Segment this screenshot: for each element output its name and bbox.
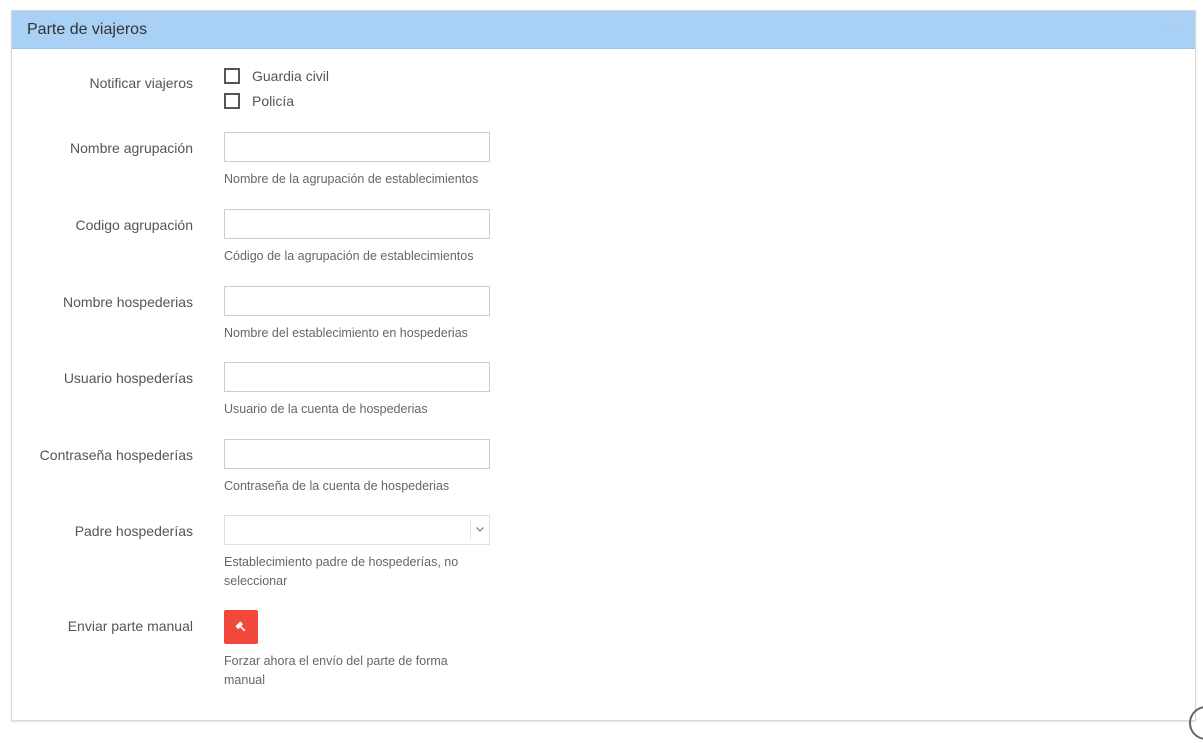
notificar-viajeros-label: Notificar viajeros	[89, 75, 193, 91]
minus-icon[interactable]	[1166, 29, 1180, 30]
nombre-hospederias-label: Nombre hospederias	[63, 294, 193, 310]
padre-hospederias-help-line1: Establecimiento padre de hospederías, no	[224, 555, 459, 569]
usuario-hospederias-label: Usuario hospederías	[63, 370, 193, 386]
padre-hospederias-label: Padre hospederías	[74, 523, 193, 539]
parte-viajeros-panel: Parte de viajeros Notificar viajeros Gua…	[11, 10, 1196, 721]
checkbox-policia-row[interactable]: Policía	[224, 88, 490, 113]
enviar-parte-help-line1: Forzar ahora el envío del parte de forma	[224, 654, 448, 668]
usuario-hospederias-input[interactable]	[224, 362, 490, 392]
nombre-hospederias-field: Nombre del establecimiento en hospederia…	[224, 286, 490, 343]
help-circle-icon[interactable]	[1186, 703, 1203, 743]
codigo-agrupacion-label: Codigo agrupación	[75, 217, 193, 233]
checkbox-policia-label: Policía	[252, 92, 295, 109]
enviar-parte-label: Enviar parte manual	[67, 618, 193, 634]
notificar-viajeros-options: Guardia civil Policía	[224, 63, 490, 113]
padre-hospederias-select[interactable]	[224, 515, 490, 545]
checkbox-guardia-civil[interactable]	[224, 67, 240, 84]
nombre-hospederias-help: Nombre del establecimiento en hospederia…	[224, 326, 468, 340]
gavel-icon	[235, 621, 246, 632]
contrasena-hospederias-help: Contraseña de la cuenta de hospederias	[224, 479, 450, 493]
nombre-hospederias-input[interactable]	[224, 286, 490, 316]
padre-hospederias-help: Establecimiento padre de hospederías, no…	[224, 553, 490, 591]
nombre-agrupacion-field: Nombre de la agrupación de establecimien…	[224, 132, 490, 189]
usuario-hospederias-field: Usuario de la cuenta de hospederias	[224, 362, 490, 419]
enviar-parte-field: Forzar ahora el envío del parte de forma…	[224, 610, 490, 690]
enviar-parte-button[interactable]	[224, 610, 258, 644]
codigo-agrupacion-input[interactable]	[224, 209, 490, 239]
padre-hospederias-field: Establecimiento padre de hospederías, no…	[224, 515, 490, 591]
contrasena-hospederias-label: Contraseña hospederías	[39, 447, 193, 463]
panel-header: Parte de viajeros	[12, 11, 1195, 49]
checkbox-policia[interactable]	[224, 92, 240, 109]
panel-title: Parte de viajeros	[27, 21, 148, 38]
select-divider	[470, 520, 471, 540]
usuario-hospederias-help: Usuario de la cuenta de hospederias	[224, 402, 428, 416]
padre-hospederias-help-line2: seleccionar	[224, 574, 288, 588]
chevron-down-icon[interactable]	[475, 524, 485, 534]
nombre-agrupacion-help: Nombre de la agrupación de establecimien…	[224, 172, 479, 186]
contrasena-hospederias-input[interactable]	[224, 439, 490, 469]
codigo-agrupacion-help: Código de la agrupación de establecimien…	[224, 249, 474, 263]
enviar-parte-help-line2: manual	[224, 673, 265, 687]
checkbox-guardia-civil-row[interactable]: Guardia civil	[224, 63, 490, 88]
enviar-parte-help: Forzar ahora el envío del parte de forma…	[224, 652, 490, 690]
contrasena-hospederias-field: Contraseña de la cuenta de hospederias	[224, 439, 490, 496]
checkbox-guardia-civil-label: Guardia civil	[252, 67, 330, 84]
codigo-agrupacion-field: Código de la agrupación de establecimien…	[224, 209, 490, 266]
nombre-agrupacion-input[interactable]	[224, 132, 490, 162]
nombre-agrupacion-label: Nombre agrupación	[70, 140, 193, 156]
